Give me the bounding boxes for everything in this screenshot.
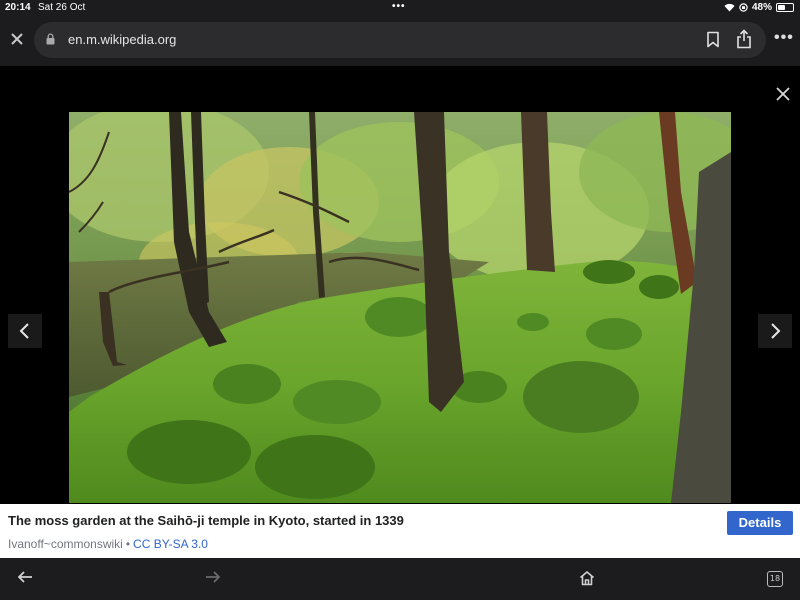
chevron-right-icon xyxy=(771,323,781,339)
media-viewer xyxy=(0,66,800,504)
url-field[interactable]: en.m.wikipedia.org xyxy=(34,22,766,58)
bookmark-icon[interactable] xyxy=(706,31,720,48)
status-time: 20:14 xyxy=(5,2,31,13)
tabs-icon[interactable]: 18 xyxy=(767,571,783,587)
battery-percentage: 48% xyxy=(751,2,772,13)
wifi-icon xyxy=(724,3,735,12)
image-caption: The moss garden at the Saihō-ji temple i… xyxy=(8,513,404,528)
status-date: Sat 26 Oct xyxy=(38,2,86,13)
url-text[interactable]: en.m.wikipedia.org xyxy=(68,32,176,47)
battery-icon xyxy=(776,3,794,12)
lock-icon xyxy=(46,33,55,45)
forward-icon[interactable] xyxy=(205,570,221,584)
next-image-button[interactable] xyxy=(758,314,792,348)
image-credit: Ivanoff~commonswiki • CC BY-SA 3.0 xyxy=(8,537,208,551)
license-link[interactable]: CC BY-SA 3.0 xyxy=(133,537,208,551)
multitasking-dots-icon[interactable]: ••• xyxy=(392,1,406,12)
back-icon[interactable] xyxy=(17,570,33,584)
image-caption-panel: The moss garden at the Saihō-ji temple i… xyxy=(0,504,800,558)
chevron-left-icon xyxy=(19,323,29,339)
details-button[interactable]: Details xyxy=(727,511,793,535)
share-icon[interactable] xyxy=(736,29,752,49)
viewer-close-icon[interactable] xyxy=(772,83,794,105)
orientation-lock-icon xyxy=(739,3,748,12)
home-icon[interactable] xyxy=(579,570,595,586)
previous-image-button[interactable] xyxy=(8,314,42,348)
close-icon[interactable] xyxy=(8,29,26,49)
moss-garden-photo xyxy=(69,112,731,503)
credit-separator: • xyxy=(125,537,131,551)
more-icon[interactable]: ••• xyxy=(774,29,794,47)
browser-toolbar: en.m.wikipedia.org ••• xyxy=(0,16,800,66)
status-bar: 20:14 Sat 26 Oct ••• 48% xyxy=(0,0,800,16)
author-link[interactable]: Ivanoff~commonswiki xyxy=(8,537,123,551)
status-indicators: 48% xyxy=(724,2,794,13)
browser-bottom-bar: 18 xyxy=(0,558,800,600)
